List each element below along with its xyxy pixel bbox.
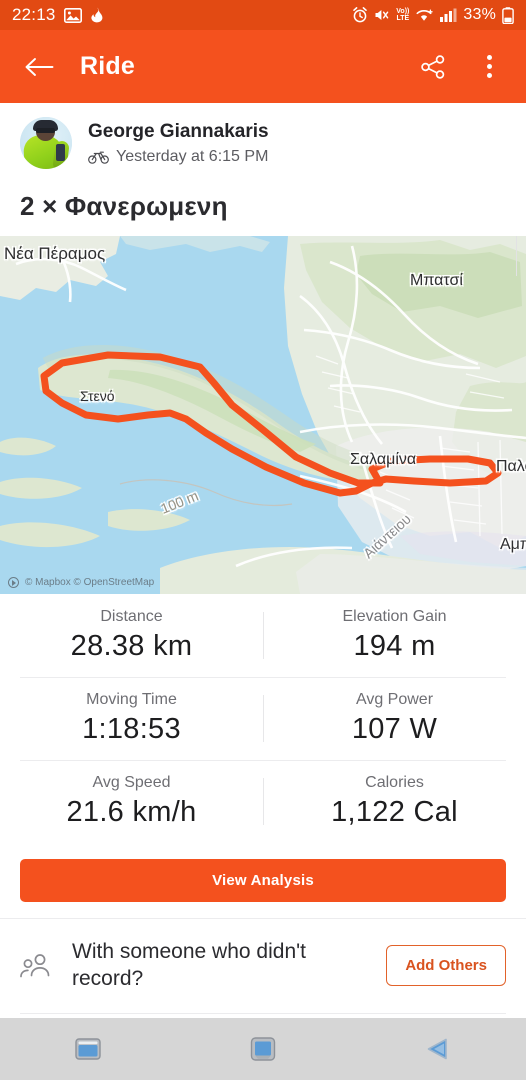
stat-label: Distance xyxy=(100,608,163,625)
activity-meta: Yesterday at 6:15 PM xyxy=(88,148,269,166)
activity-timestamp: Yesterday at 6:15 PM xyxy=(116,147,269,165)
stats-row: Avg Speed 21.6 km/h Calories 1,122 Cal xyxy=(0,760,526,843)
stat-label: Elevation Gain xyxy=(342,608,447,625)
signal-icon xyxy=(440,8,457,22)
activity-detail-content: George Giannakaris Yesterday at 6:15 PM … xyxy=(0,103,526,1014)
route-map[interactable]: Νέα Πέραμος Μπατσί Στενό Σαλαμίνα Παλο Α… xyxy=(0,236,526,594)
add-others-section: With someone who didn't record? Add Othe… xyxy=(0,919,526,1013)
app-bar-title: Ride xyxy=(80,52,135,80)
alarm-icon xyxy=(352,7,368,23)
owner-text: George Giannakaris Yesterday at 6:15 PM xyxy=(88,121,269,166)
stat-avg-speed: Avg Speed 21.6 km/h xyxy=(0,760,263,843)
recents-icon xyxy=(74,1038,101,1060)
athlete-name[interactable]: George Giannakaris xyxy=(88,121,269,143)
kebab-menu-icon[interactable] xyxy=(472,50,506,84)
stat-calories: Calories 1,122 Cal xyxy=(263,760,526,843)
map-attribution-text: © Mapbox © OpenStreetMap xyxy=(25,577,155,588)
volte-line-1: Vo)) xyxy=(396,8,410,15)
stat-distance: Distance 28.38 km xyxy=(0,594,263,677)
page-title: 2 × Φανερωμενη xyxy=(20,191,228,221)
stat-elevation-gain: Elevation Gain 194 m xyxy=(263,594,526,677)
view-analysis-button[interactable]: View Analysis xyxy=(20,859,506,902)
view-analysis-wrapper: View Analysis xyxy=(0,849,526,918)
stat-label: Avg Power xyxy=(355,691,434,708)
people-icon xyxy=(20,953,54,979)
status-bar-left: 22:13 xyxy=(12,5,104,25)
app-bar-actions xyxy=(416,50,506,84)
stat-value: 1:18:53 xyxy=(82,713,181,745)
add-others-prompt: With someone who didn't record? xyxy=(72,940,306,990)
stat-label: Calories xyxy=(365,774,424,791)
stat-value: 1,122 Cal xyxy=(331,796,458,828)
stats-grid: Distance 28.38 km Elevation Gain 194 m M… xyxy=(0,594,526,849)
back-arrow-icon[interactable] xyxy=(20,47,60,87)
mute-icon xyxy=(374,7,390,23)
stat-value: 107 W xyxy=(351,713,438,745)
back-button[interactable] xyxy=(415,1026,461,1072)
activity-owner-row[interactable]: George Giannakaris Yesterday at 6:15 PM xyxy=(0,103,526,175)
share-icon[interactable] xyxy=(416,50,450,84)
avatar[interactable] xyxy=(20,117,72,169)
image-icon xyxy=(63,7,82,23)
add-others-button[interactable]: Add Others xyxy=(386,945,506,987)
home-button[interactable] xyxy=(240,1026,286,1072)
stat-avg-power: Avg Power 107 W xyxy=(263,677,526,760)
stats-row: Moving Time 1:18:53 Avg Power 107 W xyxy=(0,677,526,760)
system-nav-bar xyxy=(0,1018,526,1080)
volte-icon: Vo)) LTE xyxy=(396,8,409,22)
bottom-divider xyxy=(20,1012,506,1014)
incense-icon xyxy=(90,7,104,23)
back-triangle-icon xyxy=(428,1038,448,1060)
status-clock: 22:13 xyxy=(12,5,56,24)
home-icon xyxy=(250,1037,276,1061)
mapbox-info-icon[interactable] xyxy=(8,577,19,588)
bicycle-icon xyxy=(88,150,109,164)
stat-value: 21.6 km/h xyxy=(66,796,197,828)
map-attribution[interactable]: © Mapbox © OpenStreetMap xyxy=(8,577,154,588)
phone-screen: 22:13 Vo)) LTE 33% Ride George Giannakar… xyxy=(0,0,526,1080)
app-bar: Ride xyxy=(0,30,526,103)
status-bar-right: Vo)) LTE 33% xyxy=(352,6,514,24)
stat-label: Avg Speed xyxy=(92,774,171,791)
map-canvas xyxy=(0,236,526,594)
stat-value: 194 m xyxy=(353,630,436,662)
stat-label: Moving Time xyxy=(86,691,177,708)
battery-icon xyxy=(502,6,514,24)
stat-moving-time: Moving Time 1:18:53 xyxy=(0,677,263,760)
stat-value: 28.38 km xyxy=(70,630,193,662)
volte-line-2: LTE xyxy=(396,15,410,22)
battery-percent-label: 33% xyxy=(463,6,496,23)
stats-row: Distance 28.38 km Elevation Gain 194 m xyxy=(0,594,526,677)
recents-button[interactable] xyxy=(65,1026,111,1072)
wifi-icon xyxy=(415,8,434,23)
status-bar: 22:13 Vo)) LTE 33% xyxy=(0,0,526,30)
